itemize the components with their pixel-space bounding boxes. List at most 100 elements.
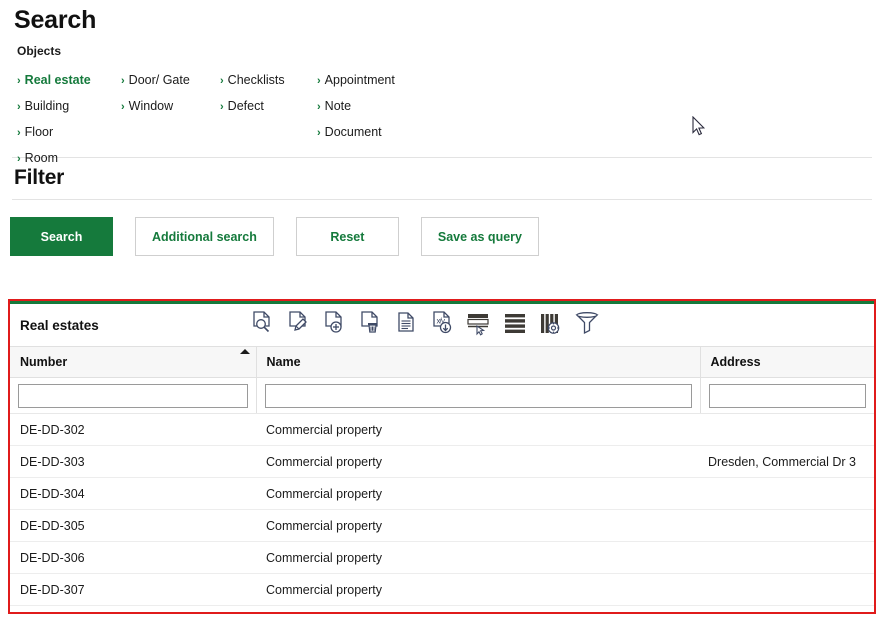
objects-link-grid: › Real estate › Building › Floor › Room › Doo… bbox=[0, 67, 882, 165]
object-link-floor[interactable]: › Floor bbox=[17, 119, 91, 145]
additional-search-button[interactable]: Additional search bbox=[135, 217, 274, 256]
table-row[interactable]: DE-DD-307 Commercial property bbox=[10, 573, 874, 606]
document-edit-icon[interactable] bbox=[286, 308, 312, 338]
object-link-door-gate[interactable]: › Door/ Gate bbox=[121, 67, 190, 93]
object-link-label: Note bbox=[324, 99, 352, 113]
document-report-icon[interactable] bbox=[394, 308, 420, 338]
cell-address bbox=[700, 509, 874, 542]
column-header-label: Name bbox=[266, 355, 301, 369]
cell-address bbox=[700, 573, 874, 606]
column-header-label: Address bbox=[710, 355, 761, 369]
cell-address bbox=[700, 477, 874, 510]
chevron-right-icon: › bbox=[121, 75, 125, 87]
object-link-label: Floor bbox=[24, 125, 54, 139]
object-link-checklists[interactable]: › Checklists bbox=[220, 67, 285, 93]
object-link-label: Appointment bbox=[324, 73, 395, 87]
column-header-number[interactable]: Number bbox=[10, 346, 257, 378]
divider-above-filter bbox=[12, 157, 872, 158]
cell-name: Commercial property bbox=[256, 413, 700, 446]
chevron-right-icon: › bbox=[220, 75, 224, 87]
chevron-right-icon: › bbox=[121, 101, 125, 113]
results-panel-header: Real estates x / y bbox=[10, 304, 874, 346]
cell-number: DE-DD-305 bbox=[10, 509, 256, 542]
cell-name: Commercial property bbox=[256, 573, 700, 606]
objects-label: Objects bbox=[17, 44, 62, 58]
table-filter-row bbox=[10, 377, 874, 414]
table-row[interactable]: DE-DD-304 Commercial property bbox=[10, 477, 874, 510]
object-link-real-estate[interactable]: › Real estate bbox=[17, 67, 91, 93]
cell-address bbox=[700, 541, 874, 574]
objects-column-3: › Checklists › Defect bbox=[220, 67, 285, 119]
object-link-window[interactable]: › Window bbox=[121, 93, 190, 119]
document-add-icon[interactable] bbox=[322, 308, 348, 338]
cell-name: Commercial property bbox=[256, 541, 700, 574]
cell-number: DE-DD-303 bbox=[10, 445, 256, 478]
object-link-label: Document bbox=[324, 125, 382, 139]
cell-number: DE-DD-306 bbox=[10, 541, 256, 574]
chevron-right-icon: › bbox=[17, 75, 21, 87]
object-link-document[interactable]: › Document bbox=[317, 119, 395, 145]
chevron-right-icon: › bbox=[17, 127, 21, 139]
chevron-right-icon: › bbox=[317, 127, 321, 139]
table-row[interactable]: DE-DD-306 Commercial property bbox=[10, 541, 874, 574]
objects-column-4: › Appointment › Note › Document bbox=[317, 67, 395, 145]
table-row[interactable]: DE-DD-302 Commercial property bbox=[10, 413, 874, 446]
filter-input-address[interactable] bbox=[708, 383, 866, 408]
object-link-note[interactable]: › Note bbox=[317, 93, 395, 119]
object-link-appointment[interactable]: › Appointment bbox=[317, 67, 395, 93]
object-link-label: Room bbox=[24, 151, 59, 165]
row-select-icon[interactable] bbox=[466, 308, 492, 338]
table-row[interactable]: DE-DD-303 Commercial property Dresden, C… bbox=[10, 445, 874, 478]
page-title: Search bbox=[14, 6, 97, 34]
filter-section-title: Filter bbox=[14, 166, 65, 189]
results-table: Number Name Address DE-DD-302 Commercial… bbox=[10, 346, 874, 606]
document-delete-icon[interactable] bbox=[358, 308, 384, 338]
chevron-right-icon: › bbox=[17, 153, 21, 165]
column-header-label: Number bbox=[20, 355, 68, 369]
filter-cell-number bbox=[10, 377, 257, 414]
save-as-query-button[interactable]: Save as query bbox=[420, 217, 539, 256]
cell-name: Commercial property bbox=[256, 477, 700, 510]
object-link-building[interactable]: › Building bbox=[17, 93, 91, 119]
objects-column-2: › Door/ Gate › Window bbox=[121, 67, 190, 119]
cell-number: DE-DD-304 bbox=[10, 477, 256, 510]
results-table-body: DE-DD-302 Commercial property DE-DD-303 … bbox=[10, 413, 874, 606]
object-link-label: Real estate bbox=[24, 73, 91, 87]
column-header-address[interactable]: Address bbox=[700, 346, 874, 378]
chevron-right-icon: › bbox=[17, 101, 21, 113]
columns-settings-icon[interactable] bbox=[538, 308, 564, 338]
cell-number: DE-DD-302 bbox=[10, 413, 256, 446]
reset-button[interactable]: Reset bbox=[295, 217, 399, 256]
sort-ascending-icon bbox=[239, 349, 250, 354]
chevron-right-icon: › bbox=[317, 101, 321, 113]
cell-name: Commercial property bbox=[256, 509, 700, 542]
object-link-label: Checklists bbox=[227, 73, 285, 87]
filter-input-number[interactable] bbox=[18, 383, 248, 408]
filter-input-name[interactable] bbox=[264, 383, 692, 408]
document-export-download-icon[interactable]: x / y bbox=[430, 308, 456, 338]
object-link-defect[interactable]: › Defect bbox=[220, 93, 285, 119]
object-link-label: Window bbox=[128, 99, 174, 113]
objects-column-1: › Real estate › Building › Floor › Room bbox=[17, 67, 91, 171]
results-title: Real estates bbox=[20, 317, 99, 333]
rows-layout-icon[interactable] bbox=[502, 308, 528, 338]
object-link-room[interactable]: › Room bbox=[17, 145, 91, 171]
object-link-label: Door/ Gate bbox=[128, 73, 190, 87]
column-header-name[interactable]: Name bbox=[256, 346, 701, 378]
table-row[interactable]: DE-DD-305 Commercial property bbox=[10, 509, 874, 542]
filter-button-row: Search Additional search Reset Save as q… bbox=[10, 217, 882, 256]
object-link-label: Building bbox=[24, 99, 70, 113]
document-search-icon[interactable] bbox=[250, 308, 276, 338]
cell-number: DE-DD-307 bbox=[10, 573, 256, 606]
cell-name: Commercial property bbox=[256, 445, 700, 478]
chevron-right-icon: › bbox=[317, 75, 321, 87]
search-button[interactable]: Search bbox=[10, 217, 113, 256]
results-panel: Real estates x / y Number Name Address D… bbox=[8, 299, 876, 614]
table-header-row: Number Name Address bbox=[10, 346, 874, 378]
divider-below-filter bbox=[12, 199, 872, 200]
filter-cell-address bbox=[700, 377, 874, 414]
filter-cell-name bbox=[256, 377, 701, 414]
chevron-right-icon: › bbox=[220, 101, 224, 113]
filter-funnel-icon[interactable] bbox=[574, 308, 600, 338]
cell-address: Dresden, Commercial Dr 3 bbox=[700, 445, 874, 478]
